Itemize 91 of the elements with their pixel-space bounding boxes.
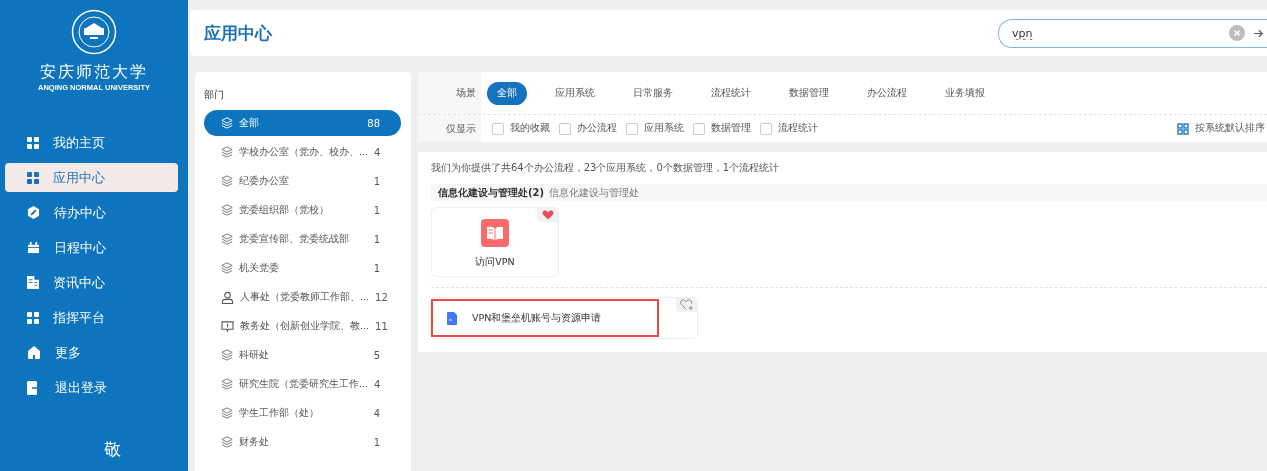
clear-icon[interactable] bbox=[1229, 25, 1245, 41]
motto-calligraphy: 敬 bbox=[103, 438, 121, 461]
department-item[interactable]: 科研处 5 bbox=[204, 342, 401, 368]
checkbox[interactable] bbox=[559, 122, 571, 135]
count-label: 4 bbox=[374, 146, 381, 158]
layers-icon bbox=[221, 233, 233, 245]
count-label: 1 bbox=[373, 233, 380, 245]
calendar-icon bbox=[27, 241, 40, 254]
department-item[interactable]: 教务处（创新创业学院、教... 11 bbox=[204, 313, 401, 339]
department-item[interactable]: 学生工作部（处） 4 bbox=[204, 400, 401, 426]
layers-icon bbox=[221, 378, 233, 390]
nav-item[interactable]: 指挥平台 bbox=[5, 303, 178, 332]
department-item[interactable]: 研究生院（党委研究生工作... 4 bbox=[204, 371, 401, 397]
department-item[interactable]: 机关党委 1 bbox=[204, 255, 401, 281]
count-label: 11 bbox=[375, 320, 388, 332]
count-label: 88 bbox=[367, 117, 380, 129]
department-item[interactable]: 纪委办公室 1 bbox=[204, 168, 401, 194]
university-emblem-icon bbox=[71, 9, 117, 55]
university-name: 安庆师范大学 bbox=[40, 63, 148, 81]
grid-icon bbox=[27, 171, 39, 184]
count-label: 1 bbox=[373, 204, 380, 216]
checkbox[interactable] bbox=[626, 122, 638, 135]
checkbox-label: 流程统计 bbox=[778, 122, 818, 135]
scene-tab[interactable]: 数据管理 bbox=[779, 81, 839, 105]
document-icon bbox=[27, 276, 39, 289]
add-favorite-icon[interactable] bbox=[679, 299, 694, 311]
scene-tab[interactable]: 日常服务 bbox=[623, 81, 683, 105]
heart-icon[interactable] bbox=[541, 210, 554, 220]
app-row[interactable]: VPN和堡垒机账号与资源申请 bbox=[431, 299, 659, 337]
grid-icon bbox=[27, 136, 39, 149]
scene-tab[interactable]: 应用系统 bbox=[545, 81, 605, 105]
person-icon bbox=[221, 290, 234, 304]
count-label: 5 bbox=[373, 349, 380, 361]
app-card[interactable]: 访问VPN bbox=[431, 207, 559, 277]
checkbox-label: 数据管理 bbox=[711, 122, 751, 135]
app-name: 访问VPN bbox=[475, 256, 515, 269]
department-item[interactable]: 党委宣传部、党委统战部 1 bbox=[204, 226, 401, 252]
layers-icon bbox=[221, 436, 233, 448]
nav-item[interactable]: 我的主页 bbox=[5, 128, 178, 157]
count-label: 12 bbox=[375, 291, 388, 303]
nav-item[interactable]: 应用中心 bbox=[5, 163, 178, 192]
group-title: 信息化建设与管理处(2) bbox=[438, 185, 545, 200]
panel-title: 部门 bbox=[204, 88, 225, 102]
count-label: 1 bbox=[373, 175, 380, 187]
sort-button[interactable]: 按系统默认排序 bbox=[1177, 122, 1267, 135]
file-icon bbox=[447, 311, 457, 325]
checkbox[interactable] bbox=[492, 122, 504, 135]
count-label: 4 bbox=[374, 378, 381, 390]
sort-label: 按系统默认排序 bbox=[1195, 122, 1265, 135]
nav-item[interactable]: 待办中心 bbox=[5, 198, 178, 227]
house-icon bbox=[27, 346, 41, 359]
layers-icon bbox=[221, 117, 233, 129]
layers-icon bbox=[221, 349, 233, 361]
department-item[interactable]: 财务处 1 bbox=[204, 429, 401, 455]
layers-icon bbox=[221, 146, 233, 158]
count-label: 4 bbox=[373, 407, 380, 419]
hexagon-icon bbox=[27, 206, 40, 219]
layers-icon bbox=[221, 262, 233, 274]
scene-tab[interactable]: 全部 bbox=[487, 81, 527, 105]
scene-tab[interactable]: 业务填报 bbox=[935, 81, 995, 105]
checkbox-label: 我的收藏 bbox=[510, 122, 550, 135]
filter-label: 场景 bbox=[418, 72, 481, 114]
department-item[interactable]: 学校办公室（党办、校办、... 4 bbox=[204, 139, 401, 165]
checkbox[interactable] bbox=[760, 122, 772, 135]
app-card[interactable]: VPN和堡垒机账号与资源申请 bbox=[430, 297, 698, 339]
filter-label: 仅显示 bbox=[418, 115, 481, 142]
layers-icon bbox=[221, 175, 233, 187]
search-field[interactable]: vpn bbox=[998, 18, 1267, 48]
grid-icon bbox=[27, 311, 39, 324]
department-item[interactable]: 人事处（党委教师工作部、... 12 bbox=[204, 284, 401, 310]
count-label: 1 bbox=[373, 436, 380, 448]
page-title: 应用中心 bbox=[204, 21, 272, 45]
arrow-right-icon[interactable] bbox=[1253, 27, 1264, 39]
nav-item[interactable]: 日程中心 bbox=[5, 233, 178, 262]
department-item[interactable]: 党委组织部（党校） 1 bbox=[204, 197, 401, 223]
nav-item[interactable]: 更多 bbox=[5, 338, 178, 367]
nav-item[interactable]: 退出登录 bbox=[5, 373, 178, 402]
group-subtitle: 信息化建设与管理处 bbox=[549, 185, 640, 200]
scene-tab[interactable]: 办公流程 bbox=[857, 81, 917, 105]
summary-text: 我们为你提供了共64个办公流程，23个应用系统，0个数据管理，1个流程统计 bbox=[431, 161, 781, 175]
checkbox-label: 办公流程 bbox=[577, 122, 617, 135]
checkbox-label: 应用系统 bbox=[644, 122, 684, 135]
layers-icon bbox=[221, 204, 233, 216]
checkbox[interactable] bbox=[693, 122, 705, 135]
scene-tab[interactable]: 流程统计 bbox=[701, 81, 761, 105]
open-book-icon bbox=[481, 219, 509, 247]
count-label: 1 bbox=[373, 262, 380, 274]
nav-item[interactable]: 资讯中心 bbox=[5, 268, 178, 297]
grid-icon bbox=[1177, 122, 1189, 135]
layers-icon bbox=[221, 407, 233, 419]
department-item[interactable]: 全部 88 bbox=[204, 110, 401, 136]
